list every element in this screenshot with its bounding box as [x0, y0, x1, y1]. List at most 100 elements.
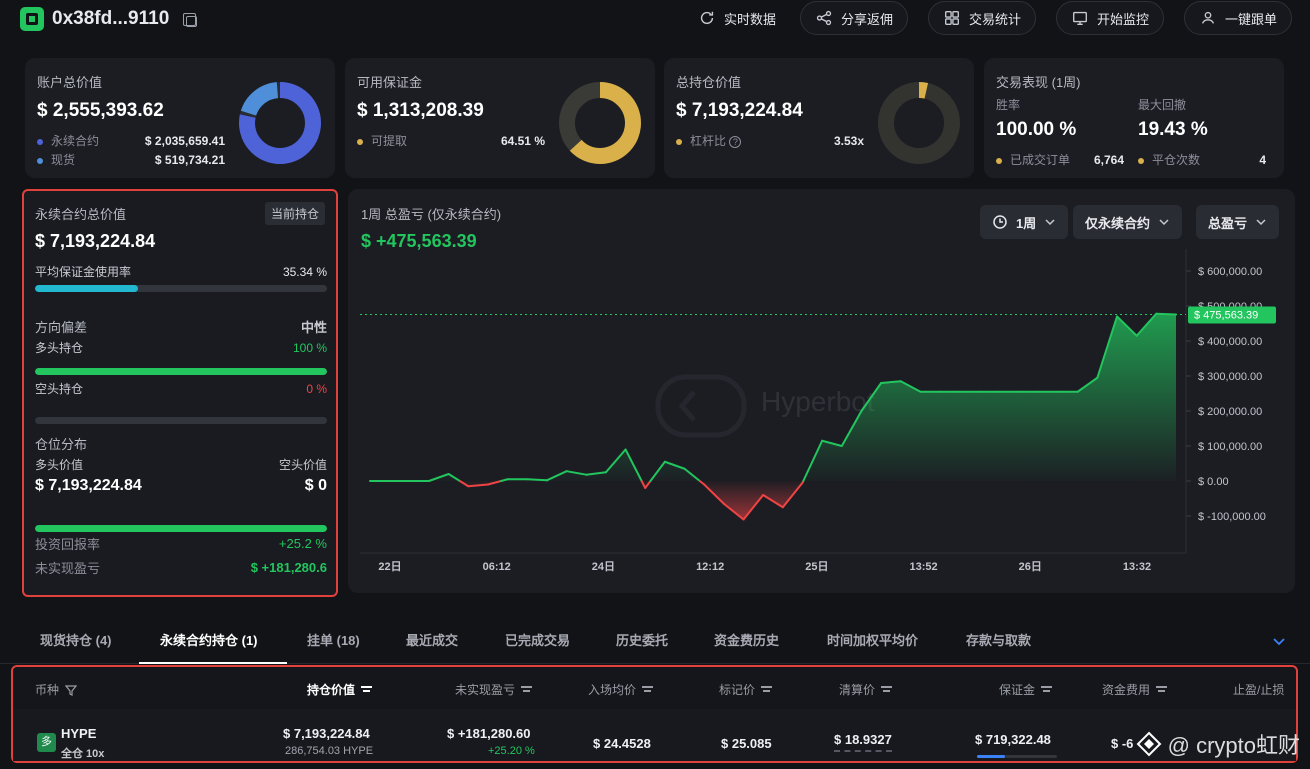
table-row[interactable]: 多 HYPE 全仓 10x $ 7,193,224.84 286,754.03 …: [13, 709, 1296, 761]
y-tick-label: $ 0.00: [1198, 476, 1229, 488]
x-tick-label: 13:32: [1123, 561, 1151, 573]
close-count: 平仓次数 4: [1138, 151, 1266, 168]
perp-legend: 永续合约 $ 2,035,659.41: [37, 132, 225, 149]
entry-price: $ 24.4528: [593, 736, 651, 751]
current-position-badge: 当前持仓: [264, 202, 325, 225]
sort-icon: [642, 685, 654, 694]
tab-twap[interactable]: 时间加权平均价: [827, 630, 918, 649]
legend-dot-icon: [37, 157, 43, 164]
column-header-unrealized-pnl[interactable]: 未实现盈亏: [455, 681, 533, 698]
column-header-entry-price[interactable]: 入场均价: [588, 681, 654, 698]
tab-recent-fills[interactable]: 最近成交: [406, 630, 458, 649]
copy-icon[interactable]: [183, 13, 197, 27]
copy-trade-button[interactable]: 一键跟单: [1184, 1, 1293, 35]
tab-deposits-withdrawals[interactable]: 存款与取款: [966, 630, 1031, 649]
x-tick-label: 26日: [1019, 560, 1042, 573]
monitor-icon: [1073, 11, 1087, 25]
margin-mode: 全仓 10x: [61, 748, 105, 760]
position-tabs: 现货持仓 (4) 永续合约持仓 (1) 挂单 (18) 最近成交 已完成交易 历…: [0, 618, 1310, 664]
info-icon[interactable]: ?: [729, 136, 742, 148]
tab-completed-trades[interactable]: 已完成交易: [505, 630, 570, 649]
max-drawdown-label: 最大回撤: [1138, 98, 1187, 112]
coin-name: HYPE: [61, 726, 97, 741]
tab-perp-positions[interactable]: 永续合约持仓 (1): [160, 630, 258, 649]
total-position-value-card: 总持仓价值 $ 7,193,224.84 杠杆比 ? 3.53x: [664, 58, 974, 178]
sort-icon: [521, 685, 533, 694]
y-tick-label: $ 600,000.00: [1198, 266, 1262, 278]
account-total-value-card: 账户总价值 $ 2,555,393.62 永续合约 $ 2,035,659.41…: [25, 58, 335, 178]
card-title: 交易表现 (1周): [996, 75, 1081, 90]
margin-usage-bar: [35, 285, 327, 292]
credit-watermark: @ crypto虹财: [1136, 728, 1300, 760]
spot-legend: 现货 $ 519,734.21: [37, 151, 225, 168]
filled-orders: 已成交订单 6,764: [996, 151, 1124, 168]
y-tick-label: $ 400,000.00: [1198, 336, 1262, 348]
max-drawdown-value: 19.43 %: [1138, 119, 1208, 140]
column-header-funding[interactable]: 资金费用: [1102, 681, 1168, 698]
tab-spot-positions[interactable]: 现货持仓 (4): [40, 630, 112, 649]
distribution-values: $ 7,193,224.84 $ 0: [35, 477, 327, 494]
short-position-row: 空头持仓 0 %: [35, 381, 327, 397]
sort-icon: [1156, 685, 1168, 694]
roi-row: 投资回报率 +25.2 %: [35, 536, 327, 552]
legend-dot-icon: [676, 138, 682, 145]
mark-price: $ 25.085: [721, 736, 772, 751]
tab-funding-history[interactable]: 资金费历史: [714, 630, 779, 649]
legend-dot-icon: [996, 157, 1002, 164]
total-value: $ 2,555,393.62: [37, 100, 164, 121]
users-icon: [1201, 11, 1215, 24]
wallet-avatar-icon: [20, 7, 44, 31]
svg-text:$ 475,563.39: $ 475,563.39: [1194, 310, 1258, 322]
perp-summary-panel: 永续合约总价值 当前持仓 $ 7,193,224.84 平均保证金使用率 35.…: [22, 189, 338, 597]
long-position-row: 多头持仓 100 %: [35, 340, 327, 356]
negative-area: [459, 481, 804, 520]
column-header-tp-sl[interactable]: 止盈/止损: [1233, 681, 1284, 698]
trade-performance-card: 交易表现 (1周) 胜率 100.00 % 最大回撤 19.43 % 已成交订单…: [984, 58, 1284, 178]
tab-order-history[interactable]: 历史委托: [616, 630, 668, 649]
column-header-coin[interactable]: 币种: [35, 681, 78, 698]
panel-title: 永续合约总价值: [35, 207, 127, 222]
sort-icon: [1041, 685, 1053, 694]
total-value-donut: [239, 82, 321, 164]
win-rate-value: 100.00 %: [996, 119, 1077, 140]
long-side-badge: 多: [37, 733, 56, 752]
unrealized-pnl-pct: +25.20 %: [488, 745, 535, 757]
stats-icon: [945, 11, 959, 25]
sort-icon: [361, 685, 373, 694]
chart-watermark: Hyperbot: [761, 386, 875, 417]
share-icon: [816, 10, 832, 26]
refresh-icon: [700, 11, 714, 25]
realtime-data-button[interactable]: 实时数据: [683, 1, 791, 35]
filter-icon: [65, 684, 78, 696]
column-header-margin[interactable]: 保证金: [999, 681, 1053, 698]
share-rebate-button[interactable]: 分享返佣: [800, 1, 909, 35]
tab-open-orders[interactable]: 挂单 (18): [307, 630, 360, 649]
watermark-logo-icon: [655, 374, 747, 438]
start-monitor-button[interactable]: 开始监控: [1056, 1, 1165, 35]
sort-icon: [761, 685, 773, 694]
donut-track: [878, 82, 960, 164]
margin-value: $ 1,313,208.39: [357, 100, 484, 121]
position-size: 286,754.03 HYPE: [285, 745, 374, 757]
card-title: 总持仓价值: [676, 75, 742, 90]
pnl-area-chart: Hyperbot $ 600,000.00$ 500,000.00$ 400,0…: [360, 249, 1276, 573]
trade-stats-button[interactable]: 交易统计: [928, 1, 1037, 35]
chevron-down-icon[interactable]: [1271, 633, 1287, 649]
liquidation-price: $ 18.9327: [834, 732, 892, 752]
position-value: $ 7,193,224.84: [283, 726, 370, 741]
unrealized-pnl: $ +181,280.60: [447, 726, 531, 741]
available-margin-card: 可用保证金 $ 1,313,208.39 可提取 64.51 %: [345, 58, 655, 178]
perp-positions-table: 币种 持仓价值 未实现盈亏 入场均价 标记价 清算价 保证金 资金费用 止盈/止…: [11, 665, 1298, 763]
funding-fee: $ -6: [1111, 736, 1134, 751]
y-tick-label: $ 100,000.00: [1198, 441, 1262, 453]
x-tick-label: 13:52: [910, 561, 938, 573]
column-header-mark-price[interactable]: 标记价: [719, 681, 773, 698]
top-bar: 0x38fd...9110 实时数据 分享返佣 交易统计 开始监控 一键跟单: [0, 0, 1310, 40]
column-header-position-value[interactable]: 持仓价值: [307, 681, 373, 698]
long-position-bar: [35, 368, 327, 375]
column-header-liq-price[interactable]: 清算价: [839, 681, 893, 698]
pnl-chart-card: 1周 总盈亏 (仅永续合约) $ +475,563.39 1周 仅永续合约 总盈…: [348, 189, 1295, 593]
direction-bias-row: 方向偏差 中性: [35, 320, 327, 335]
active-tab-indicator: [139, 662, 287, 664]
current-value-tag: $ 475,563.39: [1188, 306, 1276, 324]
